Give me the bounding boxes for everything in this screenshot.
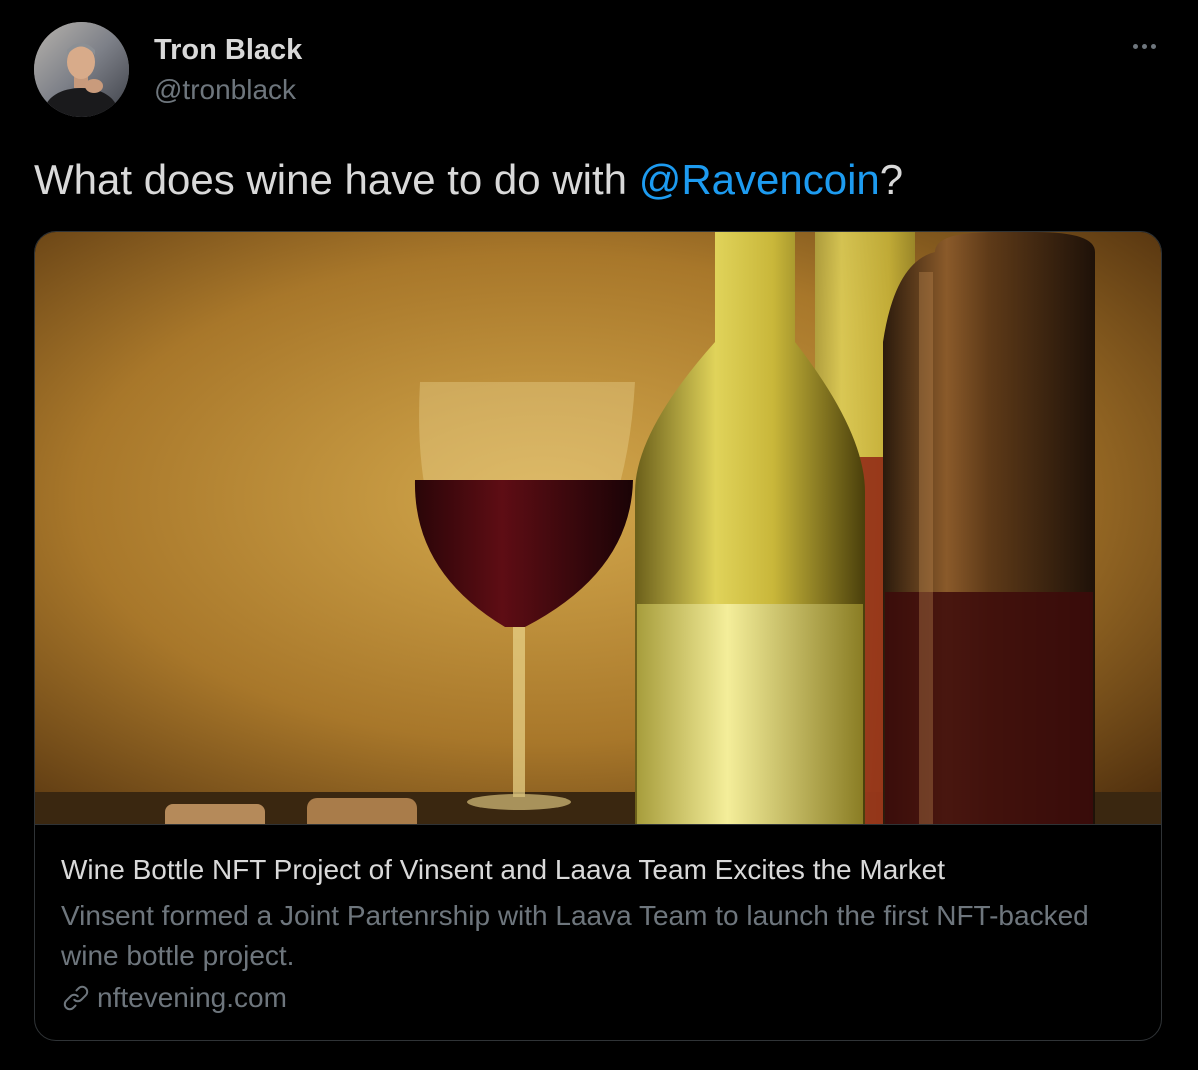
tweet-text-before: What does wine have to do with (34, 156, 639, 203)
more-dot (1150, 43, 1156, 49)
card-domain: nftevening.com (61, 980, 287, 1016)
more-dot (1141, 43, 1147, 49)
card-title: Wine Bottle NFT Project of Vinsent and L… (61, 854, 945, 885)
card-image[interactable] (35, 232, 1161, 825)
link-card[interactable]: Wine Bottle NFT Project of Vinsent and L… (34, 231, 1162, 1041)
more-options-button[interactable] (1124, 30, 1164, 62)
author-name[interactable]: Tron Black (154, 32, 302, 68)
more-horizontal-icon (1132, 43, 1138, 49)
card-description: Vinsent formed a Joint Partenrship with … (61, 900, 1089, 971)
mention-link[interactable]: @Ravencoin (639, 156, 880, 203)
card-domain-text: nftevening.com (97, 982, 287, 1013)
avatar[interactable] (34, 22, 129, 117)
tweet-text: What does wine have to do with @Ravencoi… (34, 154, 903, 206)
link-icon (63, 985, 89, 1011)
tweet: Tron Black @tronblack What does wine hav… (0, 0, 1198, 1070)
author-handle[interactable]: @tronblack (154, 72, 296, 108)
tweet-text-after: ? (879, 156, 904, 203)
